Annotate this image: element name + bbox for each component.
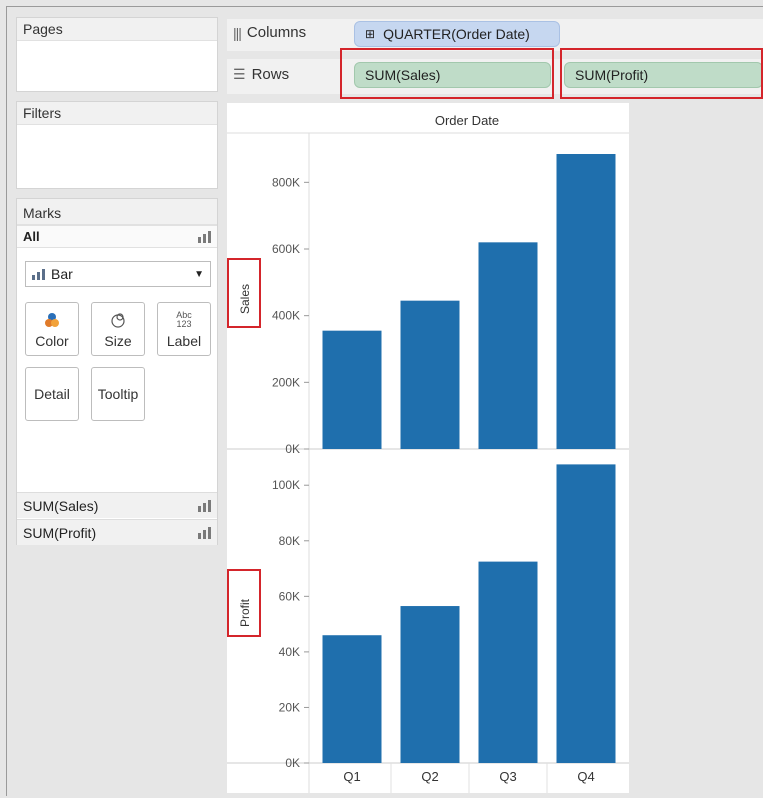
bar-chart-icon bbox=[198, 230, 211, 243]
x-tick-label: Q3 bbox=[499, 769, 516, 784]
x-tick-label: Q4 bbox=[577, 769, 594, 784]
bar-sales-q3 bbox=[478, 242, 538, 449]
text-label-icon: Abc 123 bbox=[176, 310, 192, 330]
color-label: Color bbox=[35, 332, 69, 349]
pages-title: Pages bbox=[17, 18, 217, 41]
chart-area: Order Date 0K 200K 400K 600K 800K Sales 0K 20K 40… bbox=[227, 103, 629, 793]
x-tick-label: Q2 bbox=[421, 769, 438, 784]
highlight-profit-pill bbox=[560, 48, 763, 99]
y-tick-label: 400K bbox=[272, 309, 300, 323]
rows-shelf-label: ☰ Rows bbox=[233, 66, 289, 83]
pages-card: Pages bbox=[16, 17, 218, 92]
marks-title: Marks bbox=[17, 199, 217, 225]
columns-icon: ||| bbox=[233, 24, 242, 41]
marks-all-label: All bbox=[23, 229, 40, 244]
color-icon bbox=[43, 310, 61, 330]
marks-all-row[interactable]: All bbox=[17, 225, 217, 248]
y-tick-label: 60K bbox=[279, 589, 300, 603]
label-button[interactable]: Abc 123 Label bbox=[157, 302, 211, 356]
bar-sales-q4 bbox=[556, 154, 616, 449]
bar-chart-icon bbox=[198, 526, 211, 539]
size-icon bbox=[109, 310, 127, 330]
filters-card: Filters bbox=[16, 101, 218, 189]
mark-type-dropdown[interactable]: Bar ▼ bbox=[25, 261, 211, 287]
bar-sales-q2 bbox=[400, 300, 460, 449]
marks-sales-label: SUM(Sales) bbox=[23, 497, 99, 514]
columns-label: Columns bbox=[246, 24, 307, 41]
bar-profit-q1 bbox=[322, 635, 382, 763]
color-button[interactable]: Color bbox=[25, 302, 79, 356]
label-glyph-bottom: 123 bbox=[176, 318, 192, 329]
chart-title: Order Date bbox=[435, 113, 499, 128]
columns-pill-label: QUARTER(Order Date) bbox=[383, 26, 530, 42]
bar-sales-q1 bbox=[322, 330, 382, 449]
y-tick-label: 0K bbox=[285, 442, 300, 456]
y-tick-label: 20K bbox=[279, 700, 300, 714]
expand-icon: ⊞ bbox=[365, 27, 376, 41]
marks-card: Marks All Bar ▼ Color Size Abc 123 Label… bbox=[16, 198, 218, 545]
bar-mark-icon bbox=[32, 268, 45, 280]
columns-shelf-label: ||| Columns bbox=[233, 24, 306, 41]
highlight-profit-axis bbox=[227, 569, 261, 637]
quarter-order-date-pill[interactable]: ⊞ QUARTER(Order Date) bbox=[354, 21, 560, 47]
marks-profit-row[interactable]: SUM(Profit) bbox=[17, 519, 217, 545]
y-tick-label: 200K bbox=[272, 375, 300, 389]
marks-profit-label: SUM(Profit) bbox=[23, 524, 97, 541]
filters-title: Filters bbox=[17, 102, 217, 125]
rows-icon: ☰ bbox=[233, 66, 246, 82]
marks-sales-row[interactable]: SUM(Sales) bbox=[17, 492, 217, 518]
highlight-sales-axis bbox=[227, 258, 261, 328]
bar-profit-q4 bbox=[556, 464, 616, 763]
rows-label: Rows bbox=[251, 66, 290, 83]
bar-chart-icon bbox=[198, 499, 211, 512]
y-tick-label: 100K bbox=[272, 478, 300, 492]
tooltip-button[interactable]: Tooltip bbox=[91, 367, 145, 421]
y-tick-label: 40K bbox=[279, 645, 300, 659]
label-label: Label bbox=[166, 332, 202, 349]
size-button[interactable]: Size bbox=[91, 302, 145, 356]
tooltip-label: Tooltip bbox=[97, 386, 139, 402]
detail-button[interactable]: Detail bbox=[25, 367, 79, 421]
chevron-down-icon: ▼ bbox=[194, 268, 204, 280]
detail-label: Detail bbox=[34, 386, 70, 402]
y-tick-label: 0K bbox=[285, 756, 300, 770]
y-tick-label: 80K bbox=[279, 534, 300, 548]
x-tick-label: Q1 bbox=[343, 769, 360, 784]
size-label: Size bbox=[104, 332, 132, 349]
mark-type-value: Bar bbox=[51, 266, 73, 282]
y-tick-label: 600K bbox=[272, 242, 300, 256]
bar-profit-q2 bbox=[400, 606, 460, 763]
bar-profit-q3 bbox=[478, 561, 538, 763]
bar-chart: Order Date0K200K400K600K800KSales0K20K40… bbox=[227, 113, 629, 793]
y-tick-label: 800K bbox=[272, 175, 300, 189]
highlight-sales-pill bbox=[340, 48, 554, 99]
